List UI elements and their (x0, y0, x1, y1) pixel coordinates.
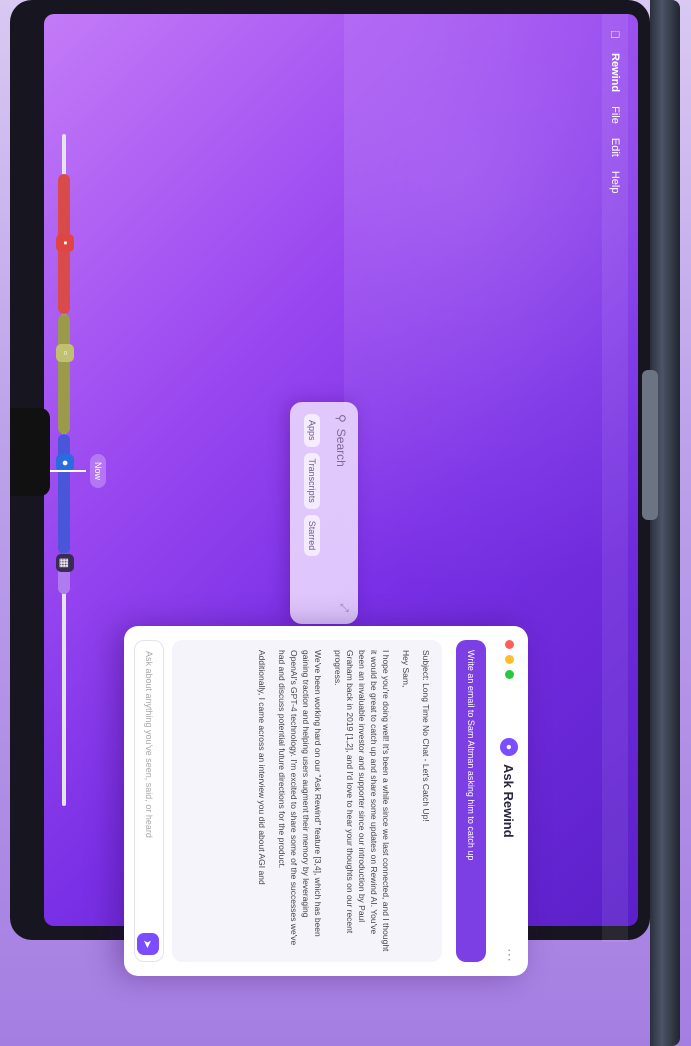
close-button[interactable] (505, 640, 514, 649)
email-paragraph: We've been working hard on our "Ask Rewi… (277, 650, 323, 946)
now-marker[interactable]: Now (90, 454, 106, 489)
app-icon[interactable]: ▫ (56, 344, 74, 362)
ask-input[interactable]: Ask about anything you've seen, said, or… (134, 640, 164, 962)
ask-input-placeholder: Ask about anything you've seen, said, or… (144, 651, 154, 838)
window-controls (505, 640, 514, 679)
app-icon[interactable]: ▦ (56, 554, 74, 572)
chip-transcripts[interactable]: Transcripts (304, 452, 320, 509)
rewind-logo-icon: ● (500, 738, 518, 756)
email-paragraph: I hope you're doing well! It's been a wh… (333, 650, 391, 952)
menu-help[interactable]: Help (609, 171, 621, 194)
timeline-segment[interactable] (58, 314, 70, 434)
expand-icon[interactable]: ⤢ (337, 603, 350, 612)
laptop-hinge (642, 370, 658, 520)
chip-starred[interactable]: Starred (304, 514, 320, 557)
ask-rewind-panel: ● Ask Rewind ⋯ Write an email to Sam Alt… (124, 626, 528, 976)
send-icon[interactable]: ➤ (137, 933, 159, 955)
menu-app-name[interactable]: Rewind (609, 53, 621, 92)
zoom-button[interactable] (505, 670, 514, 679)
more-icon[interactable]: ⋯ (501, 948, 518, 962)
app-icon[interactable]: ▪ (56, 234, 74, 252)
ask-title-label: Ask Rewind (501, 764, 517, 838)
laptop-base (650, 0, 680, 1046)
playhead-line[interactable] (50, 470, 86, 472)
email-paragraph: Additionally, I came across an interview… (257, 650, 267, 885)
apple-icon[interactable]:  (608, 30, 622, 39)
menu-file[interactable]: File (609, 106, 621, 124)
menu-edit[interactable]: Edit (609, 138, 621, 157)
search-panel: ⚲ Search ⤢ Apps Transcripts Starred (290, 402, 358, 624)
email-subject: Subject: Long Time No Chat - Let's Catch… (421, 650, 431, 822)
chip-apps[interactable]: Apps (304, 414, 320, 447)
search-placeholder: Search (334, 428, 348, 467)
user-prompt: Write an email to Sam Altman asking him … (456, 640, 486, 962)
timeline[interactable]: ▪ ▫ ● ▦ Now (38, 14, 108, 926)
minimize-button[interactable] (505, 655, 514, 664)
response-body: Subject: Long Time No Chat - Let's Catch… (172, 640, 442, 962)
search-icon: ⚲ (334, 414, 348, 423)
timeline-segment[interactable] (58, 434, 70, 554)
search-input[interactable]: ⚲ Search (334, 414, 348, 467)
menu-bar:  Rewind File Edit Help (602, 14, 628, 942)
email-greeting: Hey Sam, (401, 650, 411, 688)
ask-title: ● Ask Rewind (500, 738, 518, 838)
desktop:  Rewind File Edit Help ⚲ Search ⤢ Apps … (34, 14, 628, 976)
